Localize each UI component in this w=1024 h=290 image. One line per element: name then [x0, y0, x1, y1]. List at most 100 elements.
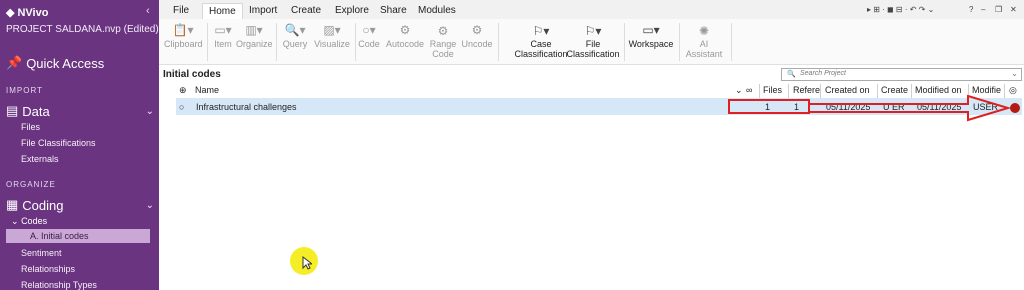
column-divider: [759, 84, 760, 98]
chevron-down-icon[interactable]: ⌄: [1011, 69, 1018, 78]
mouse-cursor-icon: [302, 256, 312, 270]
item-icon: ▭▾: [214, 23, 232, 37]
code-button[interactable]: ○▾ Code: [358, 23, 380, 49]
quick-toolbar-icons[interactable]: ▸ ⊞ · ◼ ⊟ · ↶ ↷ ⌄: [867, 5, 934, 14]
autocode-button[interactable]: ⚙ Autocode: [385, 23, 425, 49]
ai-assistant-label-1: AI: [699, 39, 709, 49]
code-color-dot[interactable]: [1010, 103, 1020, 113]
annotation-highlight-box: [728, 99, 810, 114]
chevron-down-icon: ⌄: [145, 105, 154, 117]
clipboard-button[interactable]: 📋▾ Clipboard: [164, 23, 203, 49]
item-label: Item: [214, 39, 232, 49]
autocode-label: Autocode: [385, 39, 425, 49]
sidebar-item-files[interactable]: Files: [21, 122, 40, 132]
chevron-down-icon: ⌄: [11, 216, 19, 226]
ribbon-tab-bar: File Home Import Create Explore Share Mo…: [159, 0, 1024, 19]
minimize-icon[interactable]: –: [981, 5, 985, 14]
sidebar-item-sentiment[interactable]: Sentiment: [21, 248, 62, 258]
tab-create[interactable]: Create: [285, 3, 327, 18]
organize-section-header: ORGANIZE: [6, 180, 56, 189]
file-classification-button[interactable]: ⚐▾ File Classification: [564, 23, 622, 59]
uncode-button[interactable]: ⚙ Uncode: [461, 23, 493, 49]
codes-folder[interactable]: ⌄ Codes: [11, 216, 47, 227]
ribbon-separator: [498, 23, 499, 61]
sidebar-item-initial-codes[interactable]: A. Initial codes: [6, 229, 150, 243]
uncode-icon: ⚙: [471, 23, 483, 37]
workspace-button[interactable]: ▭▾ Workspace: [626, 23, 676, 49]
navigation-sidebar: ◆ NVivo ‹ PROJECT SALDANA.nvp (Edited) 📌…: [0, 0, 159, 290]
ai-brain-icon: ✺: [698, 24, 710, 38]
visualize-button[interactable]: ▨▾ Visualize: [313, 23, 351, 49]
range-code-icon: ⚙: [437, 24, 449, 38]
file-classification-label-2: Classification: [566, 49, 620, 59]
search-placeholder: Search Project: [800, 70, 846, 77]
tab-home[interactable]: Home: [202, 3, 243, 19]
tab-file[interactable]: File: [167, 3, 195, 18]
sidebar-item-relationships[interactable]: Relationships: [21, 264, 75, 274]
query-label: Query: [282, 39, 308, 49]
sort-icon[interactable]: ⌄: [735, 85, 743, 96]
quick-access-group[interactable]: 📌 Quick Access: [6, 55, 104, 71]
coding-icon: ▦: [6, 197, 19, 212]
column-header-files[interactable]: Files: [763, 85, 782, 95]
app-name: NVivo: [17, 6, 49, 19]
sidebar-item-externals[interactable]: Externals: [21, 154, 59, 164]
close-icon[interactable]: ✕: [1010, 5, 1017, 14]
add-column-icon[interactable]: ⊕: [179, 85, 187, 96]
search-project-input[interactable]: 🔍 Search Project ⌄: [781, 68, 1022, 81]
ribbon-separator: [624, 23, 625, 61]
cell-name[interactable]: Infrastructural challenges: [196, 102, 297, 112]
link-icon: ∞: [746, 85, 753, 95]
codes-folder-label: Codes: [21, 216, 48, 226]
database-icon: ▤: [6, 103, 19, 118]
home-ribbon: 📋▾ Clipboard ▭▾ Item ▥▾ Organize 🔍▾ Quer…: [159, 19, 1024, 65]
annotation-arrow-icon: [808, 94, 1012, 122]
workspace-icon: ▭▾: [642, 23, 660, 37]
item-button[interactable]: ▭▾ Item: [212, 23, 234, 49]
collapse-sidebar-icon[interactable]: ‹: [146, 5, 150, 17]
organize-label: Organize: [236, 39, 273, 49]
tab-modules[interactable]: Modules: [412, 3, 462, 18]
sidebar-item-file-classifications[interactable]: File Classifications: [21, 138, 96, 148]
tab-explore[interactable]: Explore: [329, 3, 375, 18]
uncode-label: Uncode: [461, 39, 493, 49]
query-button[interactable]: 🔍▾ Query: [281, 23, 309, 49]
visualize-icon: ▨▾: [323, 23, 341, 37]
ai-assistant-button[interactable]: ✺ AI Assistant: [681, 23, 727, 59]
autocode-icon: ⚙: [399, 23, 411, 37]
case-classification-button[interactable]: ⚐▾ Case Classification: [512, 23, 570, 59]
case-classification-icon: ⚐▾: [532, 24, 550, 38]
coding-group[interactable]: ▦ Coding ⌄: [6, 197, 154, 213]
ai-assistant-label-2: Assistant: [685, 49, 723, 59]
chevron-down-icon: ⌄: [145, 199, 154, 211]
column-header-name[interactable]: Name: [195, 85, 219, 95]
restore-icon[interactable]: ❐: [995, 5, 1002, 14]
range-code-label-1: Range: [429, 39, 457, 49]
data-group-label: Data: [22, 103, 50, 119]
ribbon-separator: [207, 23, 208, 61]
workspace-label: Workspace: [628, 39, 674, 49]
nvivo-window: ◆ NVivo ‹ PROJECT SALDANA.nvp (Edited) 📌…: [0, 0, 1024, 290]
ribbon-separator: [679, 23, 680, 61]
tab-import[interactable]: Import: [243, 3, 283, 18]
sidebar-item-relationship-types[interactable]: Relationship Types: [21, 280, 97, 290]
clipboard-icon: 📋▾: [172, 23, 194, 37]
ribbon-separator: [355, 23, 356, 61]
project-name: PROJECT SALDANA.nvp (Edited): [6, 24, 159, 35]
app-brand: ◆ NVivo: [6, 6, 49, 20]
row-select-circle[interactable]: ○: [179, 102, 184, 112]
code-label: Code: [358, 39, 380, 49]
case-classification-label-2: Classification: [514, 49, 568, 59]
data-group[interactable]: ▤ Data ⌄: [6, 103, 154, 119]
range-code-button[interactable]: ⚙ Range Code: [429, 23, 457, 59]
coding-group-label: Coding: [22, 197, 64, 213]
query-icon: 🔍▾: [284, 23, 306, 37]
help-icon[interactable]: ?: [969, 5, 973, 14]
tab-share[interactable]: Share: [374, 3, 413, 18]
organize-button[interactable]: ▥▾ Organize: [236, 23, 273, 49]
file-classification-label-1: File: [585, 39, 601, 49]
quick-access-label: Quick Access: [26, 55, 105, 71]
ribbon-separator: [731, 23, 732, 61]
visualize-label: Visualize: [314, 39, 350, 49]
search-icon: 🔍: [787, 71, 796, 78]
